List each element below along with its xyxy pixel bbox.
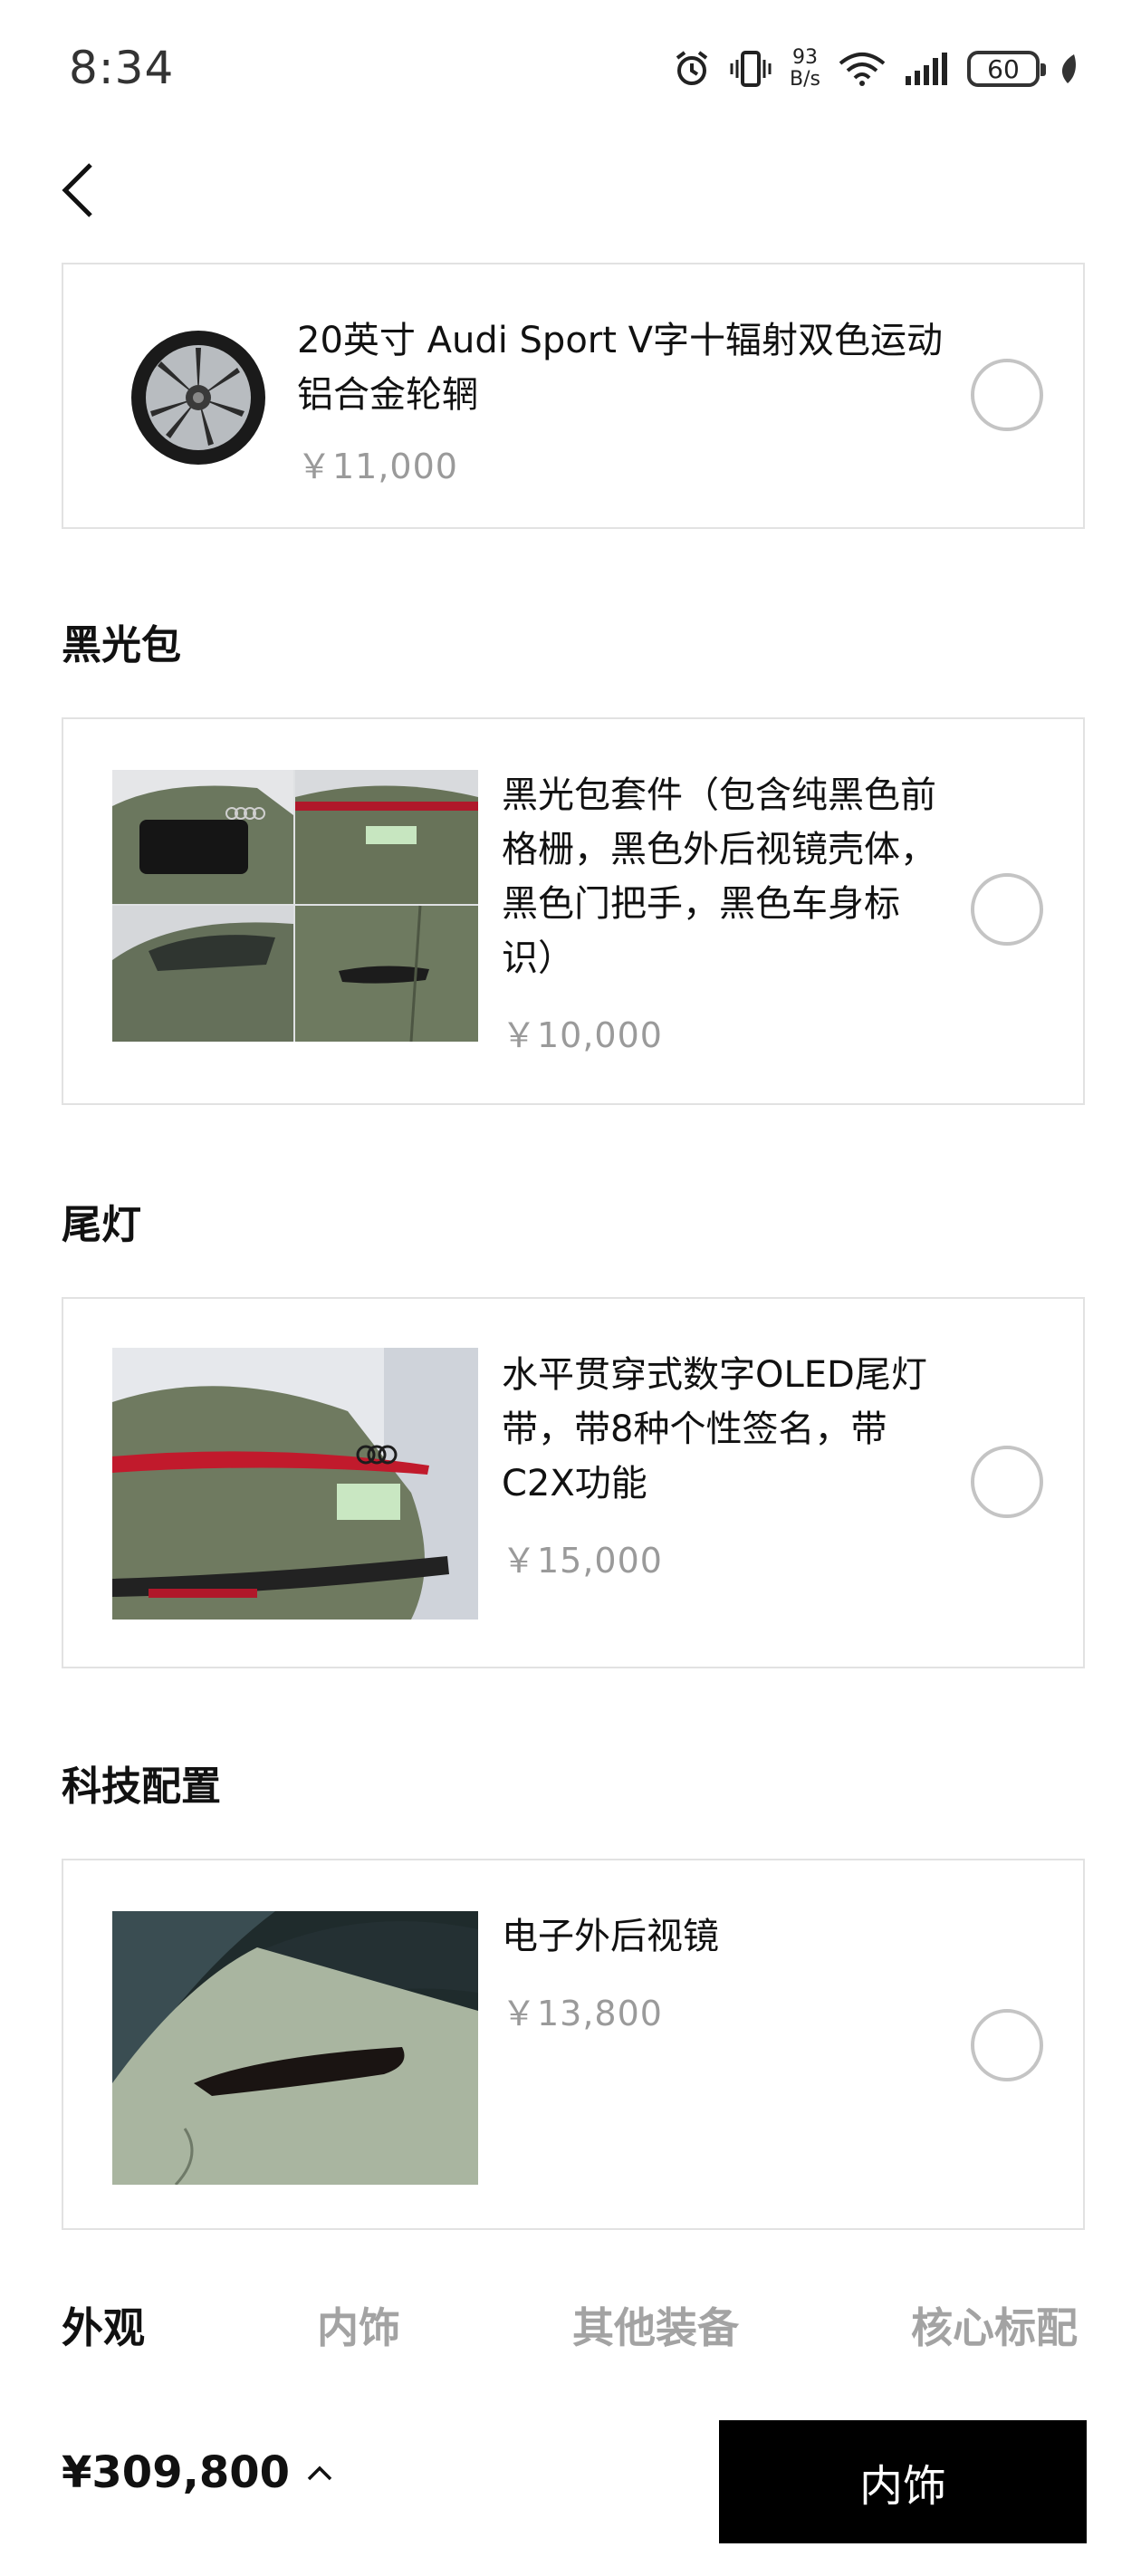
vibrate-icon: [730, 49, 772, 89]
option-radio[interactable]: [971, 359, 1043, 431]
option-card-virtual-mirror[interactable]: 电子外后视镜 ￥13,800: [62, 1859, 1085, 2230]
black-package-image: [112, 770, 478, 1042]
status-bar: 8:34 93 B/s 60: [0, 0, 1141, 145]
option-radio[interactable]: [971, 2009, 1043, 2081]
tab-other-equipment[interactable]: 其他装备: [572, 2295, 739, 2355]
alarm-icon: [672, 49, 712, 89]
option-title: 电子外后视镜: [502, 1916, 719, 1957]
signal-icon: [904, 51, 949, 87]
option-price: ￥10,000: [502, 1015, 663, 1055]
option-radio[interactable]: [971, 873, 1043, 946]
section-title: 科技配置: [62, 1764, 221, 1810]
net-speed: 93 B/s: [790, 46, 820, 91]
option-radio[interactable]: [971, 1446, 1043, 1518]
next-step-button[interactable]: 内饰: [719, 2420, 1087, 2543]
option-price: ￥11,000: [297, 447, 458, 486]
leaf-icon: [1058, 53, 1078, 85]
option-card-black-package[interactable]: 黑光包套件（包含纯黑色前格栅，黑色外后视镜壳体，黑色门把手，黑色车身标识） ￥1…: [62, 717, 1085, 1105]
tab-interior[interactable]: 内饰: [317, 2295, 400, 2355]
option-title: 20英寸 Audi Sport V字十辐射双色运动铝合金轮辋: [297, 320, 944, 416]
status-time: 8:34: [69, 42, 175, 94]
option-title: 水平贯穿式数字OLED尾灯带，带8种个性签名，带C2X功能: [502, 1354, 927, 1504]
option-card-wheel[interactable]: 20英寸 Audi Sport V字十辐射双色运动铝合金轮辋 ￥11,000: [62, 263, 1085, 529]
total-price-value: ¥309,800: [62, 2447, 291, 2498]
configurator-page: 8:34 93 B/s 60 20英寸 Audi Sport V字十辐射双色运动…: [0, 0, 1141, 2576]
battery-icon: 60: [967, 51, 1046, 87]
back-button[interactable]: [53, 156, 103, 225]
taillight-image: [112, 1348, 478, 1620]
total-price[interactable]: ¥309,800: [62, 2447, 333, 2498]
virtual-mirror-image: [112, 1911, 478, 2185]
wheel-image: [130, 330, 266, 466]
tab-core-standard[interactable]: 核心标配: [911, 2295, 1078, 2355]
option-card-taillight[interactable]: 水平贯穿式数字OLED尾灯带，带8种个性签名，带C2X功能 ￥15,000: [62, 1297, 1085, 1668]
option-price: ￥13,800: [502, 1994, 663, 2033]
section-title: 黑光包: [62, 622, 181, 668]
wifi-icon: [839, 51, 886, 87]
option-title: 黑光包套件（包含纯黑色前格栅，黑色外后视镜壳体，黑色门把手，黑色车身标识）: [502, 774, 936, 979]
tab-exterior[interactable]: 外观: [62, 2295, 145, 2355]
status-icons: 93 B/s 60: [672, 43, 1078, 94]
option-price: ￥15,000: [502, 1541, 663, 1581]
chevron-left-icon: [62, 163, 92, 217]
chevron-up-icon: [307, 2465, 332, 2481]
section-title: 尾灯: [62, 1202, 141, 1248]
